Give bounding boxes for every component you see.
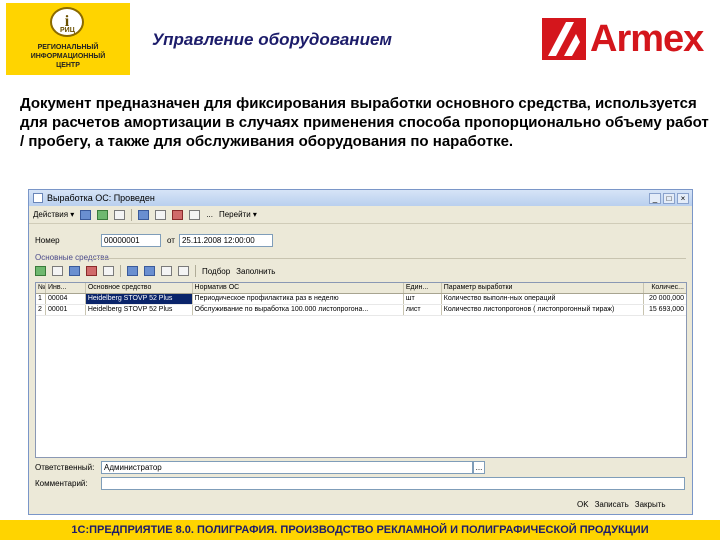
armex-logo: Armex	[542, 16, 704, 62]
comment-field[interactable]	[101, 477, 685, 490]
number-row: Номер 00000001 от 25.11.2008 12:00:00	[35, 234, 273, 247]
copy-row-icon[interactable]	[52, 266, 63, 276]
col-inv[interactable]: Инв...	[46, 283, 86, 293]
comment-label: Комментарий:	[35, 479, 88, 488]
footer-text: 1С:ПРЕДПРИЯТИЕ 8.0. ПОЛИГРАФИЯ. ПРОИЗВОД…	[71, 524, 649, 536]
comment-row: Комментарий:	[35, 477, 685, 490]
structure-icon[interactable]	[138, 209, 150, 220]
header: i РИЦ РЕГИОНАЛЬНЫЙ ИНФОРМАЦИОННЫЙ ЦЕНТР …	[0, 0, 720, 80]
section-divider	[91, 258, 686, 259]
actions-menu[interactable]: Действия ▾	[33, 210, 74, 219]
end-edit-icon[interactable]	[103, 266, 114, 276]
cell-norm: Периодическое профилактика раз в неделю	[193, 294, 404, 304]
minimize-button[interactable]: _	[649, 192, 661, 204]
cell-number: 1	[36, 294, 46, 304]
document-window: Выработка ОС: Проведен _ □ × Действия ▾ …	[28, 189, 693, 515]
table-row[interactable]: 1 00004 Heidelberg STOVP 52 Plus Периоди…	[36, 294, 686, 305]
document-toolbar: Действия ▾ ... Перейти ▾	[29, 206, 692, 224]
cell-param: Количество листопрогонов ( листопрогонны…	[442, 305, 645, 315]
goto-menu[interactable]: Перейти ▾	[219, 210, 257, 219]
move-down-icon[interactable]	[144, 266, 155, 276]
cell-param: Количество выполн-ных операций	[442, 294, 645, 304]
window-buttons: OK Записать Закрыть	[577, 500, 666, 509]
cell-unit: шт	[404, 294, 442, 304]
col-quantity[interactable]: Количес...	[644, 283, 686, 293]
col-asset[interactable]: Основное средство	[86, 283, 193, 293]
cell-asset[interactable]: Heidelberg STOVP 52 Plus	[85, 294, 193, 304]
copy-icon[interactable]	[114, 209, 126, 220]
sort-asc-icon[interactable]	[161, 266, 172, 276]
ric-logo: i РИЦ РЕГИОНАЛЬНЫЙ ИНФОРМАЦИОННЫЙ ЦЕНТР	[6, 3, 130, 75]
number-field[interactable]: 00000001	[101, 234, 161, 247]
table-row[interactable]: 2 00001 Heidelberg STOVP 52 Plus Обслужи…	[36, 305, 686, 316]
date-field[interactable]: 25.11.2008 12:00:00	[178, 234, 273, 247]
close-button[interactable]: Закрыть	[635, 500, 666, 509]
more-button[interactable]: ...	[206, 210, 213, 219]
movement-icon[interactable]	[172, 209, 184, 220]
cell-inv: 00004	[46, 294, 86, 304]
page-title: Управление оборудованием	[152, 30, 392, 49]
date-label: от	[167, 236, 175, 245]
number-label: Номер	[35, 236, 60, 245]
maximize-button[interactable]: □	[663, 192, 675, 204]
window-title: Выработка ОС: Проведен	[47, 193, 155, 203]
col-norm[interactable]: Норматив ОС	[193, 283, 404, 293]
responsible-field[interactable]: Администратор	[101, 461, 473, 474]
responsible-label: Ответственный:	[35, 463, 95, 472]
col-param[interactable]: Параметр выработки	[442, 283, 645, 293]
window-controls: _ □ ×	[649, 192, 689, 204]
move-up-icon[interactable]	[127, 266, 138, 276]
report-icon[interactable]	[189, 209, 201, 220]
cell-number: 2	[36, 305, 46, 315]
description-text: Документ предназначен для фиксирования в…	[20, 95, 709, 150]
fill-button[interactable]: Заполнить	[236, 267, 275, 276]
col-number[interactable]: №	[36, 283, 46, 293]
select-button[interactable]: Подбор	[202, 267, 230, 276]
assets-table[interactable]: № Инв... Основное средство Норматив ОС Е…	[35, 282, 687, 458]
cell-quantity: 20 000,000	[648, 295, 684, 302]
responsible-select-button[interactable]: ...	[473, 461, 485, 474]
document-icon	[33, 193, 43, 203]
window-titlebar[interactable]: Выработка ОС: Проведен _ □ ×	[29, 190, 692, 206]
grid-toolbar: Подбор Заполнить	[35, 265, 275, 277]
toolbar-separator	[131, 208, 133, 221]
col-unit[interactable]: Един...	[404, 283, 442, 293]
print-icon[interactable]	[155, 209, 167, 220]
edit-row-icon[interactable]	[69, 266, 80, 276]
add-row-icon[interactable]	[35, 266, 46, 276]
logo-text: РЕГИОНАЛЬНЫЙ ИНФОРМАЦИОННЫЙ ЦЕНТР	[30, 44, 106, 69]
grid-toolbar-separator-2	[195, 265, 196, 277]
cell-quantity: 15 693,000	[648, 306, 684, 313]
post-icon[interactable]	[80, 209, 92, 220]
logo-abbr: РИЦ	[60, 27, 75, 34]
ok-button[interactable]: OK	[577, 500, 589, 509]
cell-asset: Heidelberg STOVP 52 Plus	[86, 305, 193, 315]
grid-toolbar-separator	[120, 265, 121, 277]
write-icon[interactable]	[97, 209, 109, 220]
responsible-row: Ответственный: Администратор ...	[35, 461, 485, 474]
close-window-button[interactable]: ×	[677, 192, 689, 204]
cell-norm: Обслуживание по выработка 100.000 листоп…	[193, 305, 404, 315]
armex-mark-icon	[542, 18, 586, 60]
sort-desc-icon[interactable]	[178, 266, 189, 276]
cell-unit: лист	[404, 305, 442, 315]
write-button[interactable]: Записать	[595, 500, 629, 509]
cell-inv: 00001	[46, 305, 86, 315]
table-header: № Инв... Основное средство Норматив ОС Е…	[36, 283, 686, 294]
delete-row-icon[interactable]	[86, 266, 97, 276]
brand-name: Armex	[590, 17, 704, 60]
